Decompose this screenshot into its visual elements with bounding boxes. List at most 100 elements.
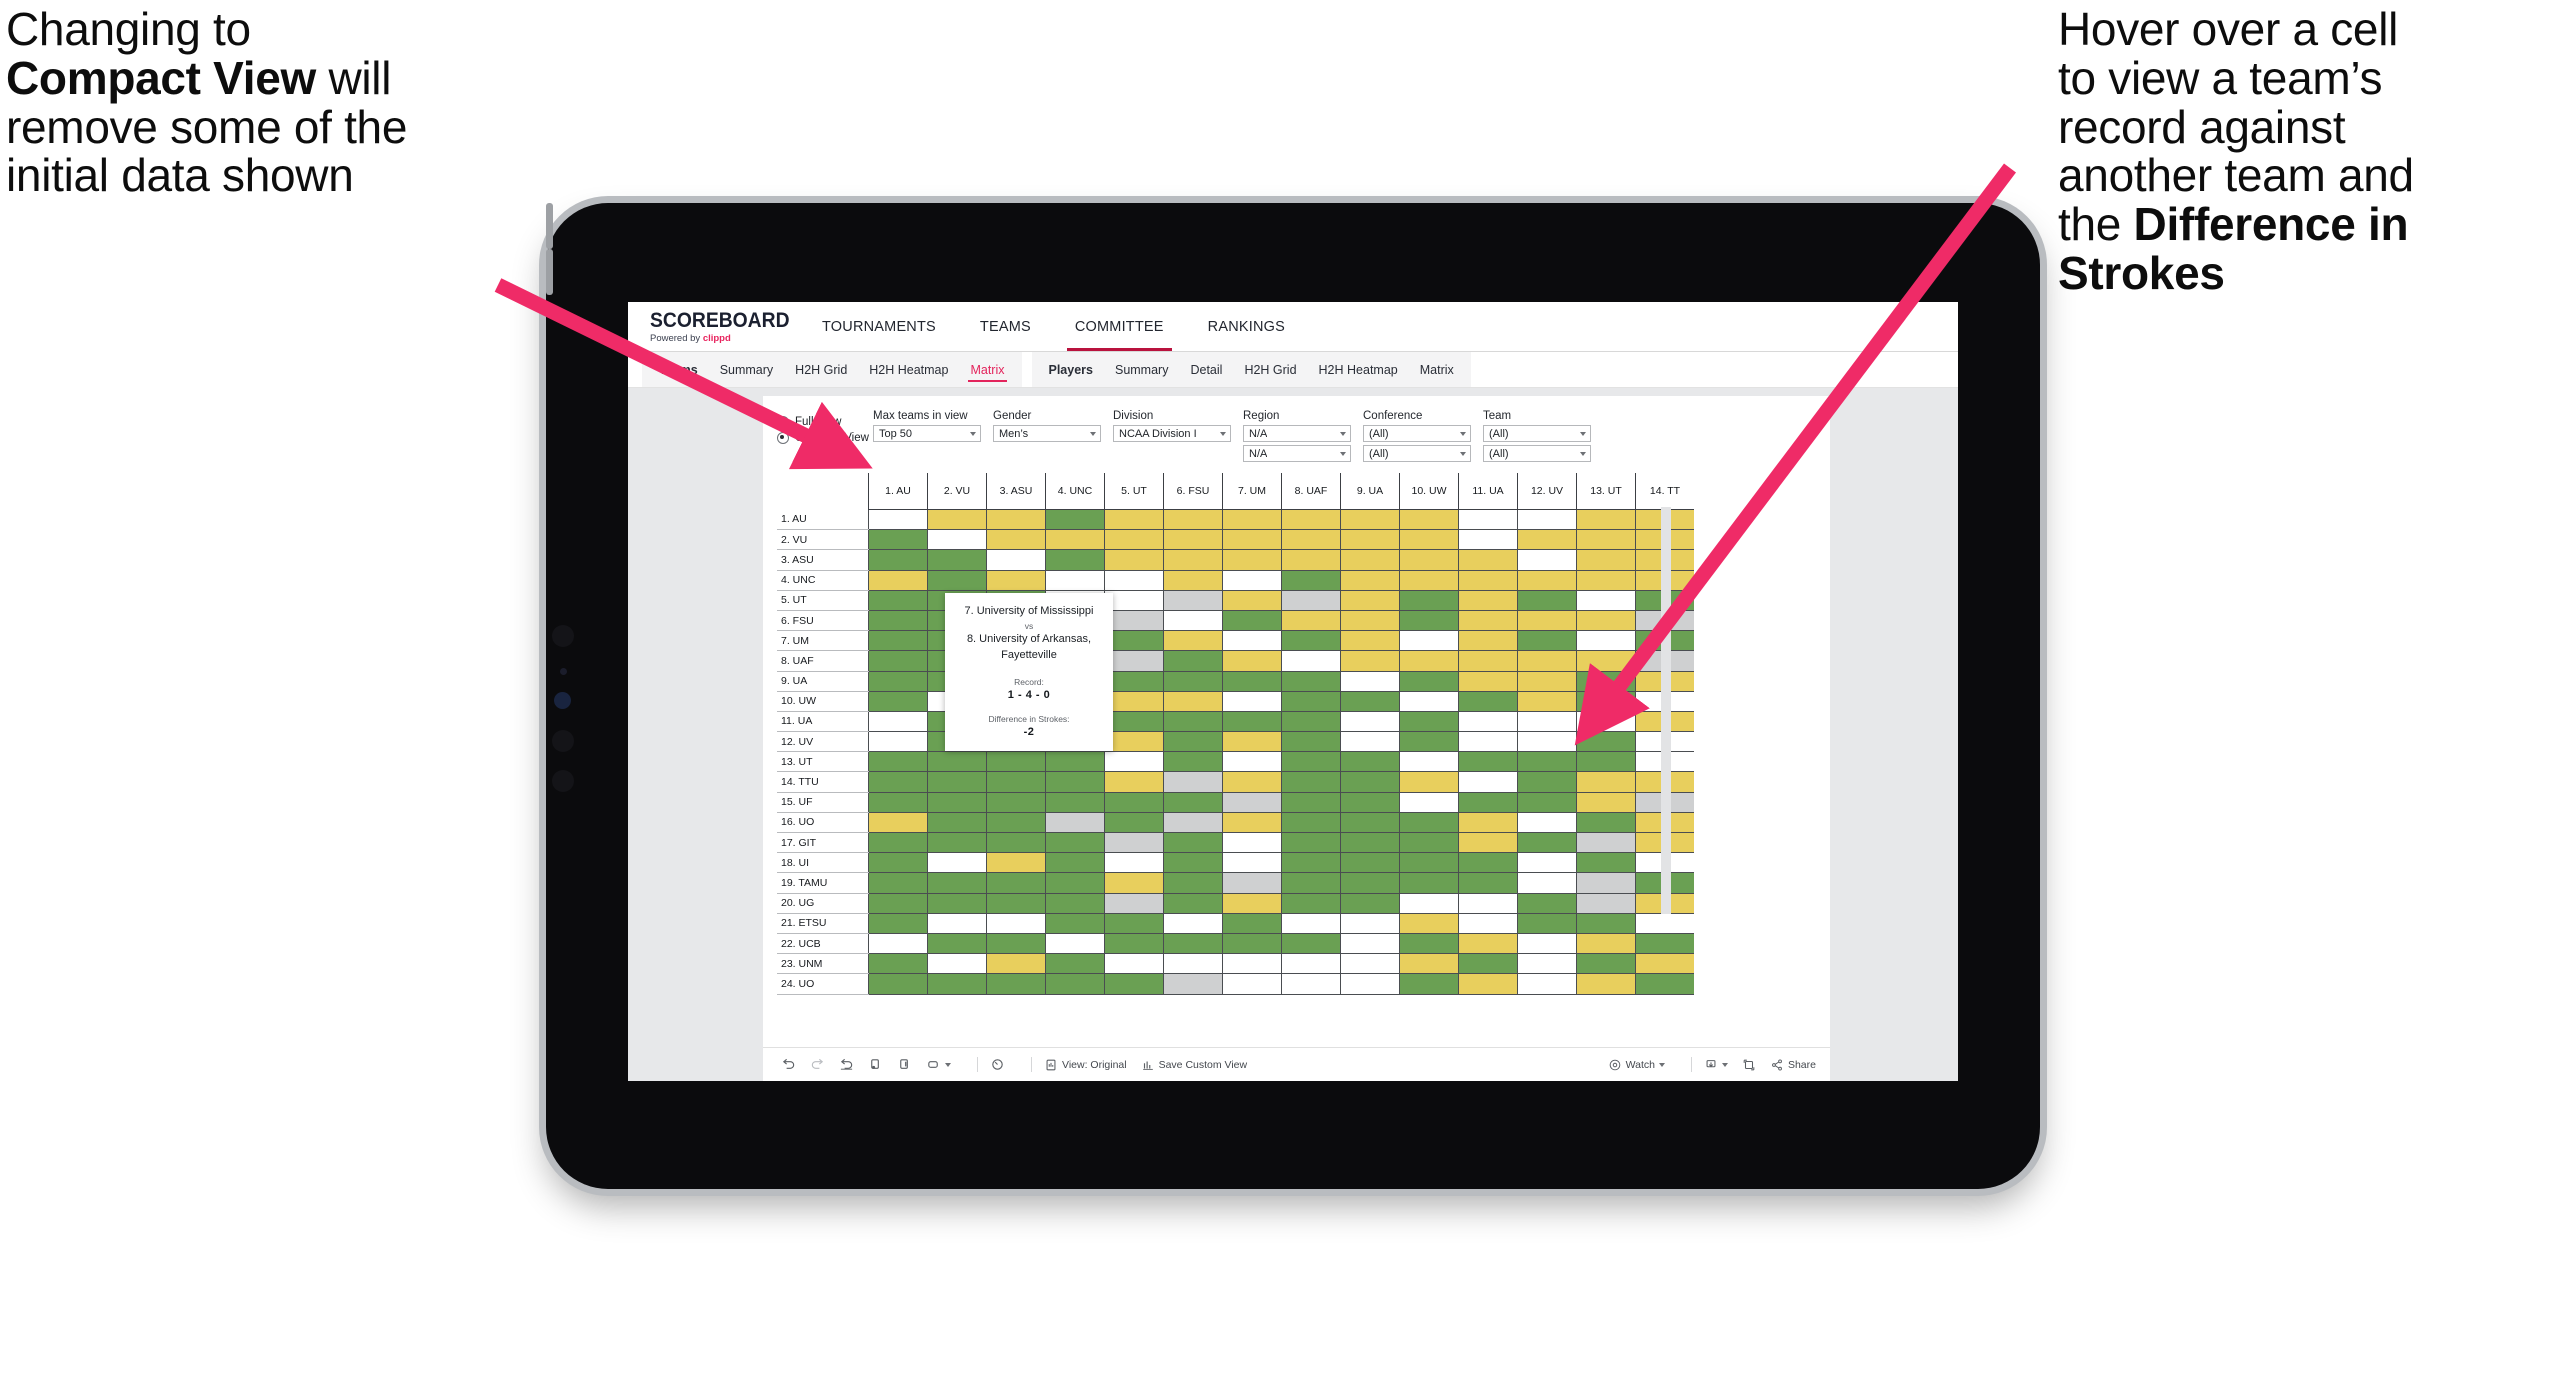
matrix-cell[interactable]	[1222, 973, 1282, 995]
matrix-cell[interactable]	[1340, 509, 1400, 531]
matrix-cell[interactable]	[1399, 630, 1459, 652]
filter-select-gender[interactable]: Men’s	[993, 425, 1101, 442]
filter-select-conference[interactable]: (All)	[1363, 425, 1471, 442]
matrix-cell[interactable]	[1576, 731, 1636, 753]
matrix-row-header[interactable]: 13. UT	[777, 751, 869, 773]
chevron-down-icon[interactable]	[1220, 431, 1226, 436]
matrix-cell[interactable]	[1163, 671, 1223, 692]
matrix-cell[interactable]	[986, 509, 1046, 531]
matrix-cell[interactable]	[927, 509, 987, 531]
matrix-column-header[interactable]: 1. AU	[868, 473, 928, 510]
undo-button[interactable]	[781, 1057, 796, 1072]
matrix-cell[interactable]	[1458, 549, 1518, 571]
matrix-cell[interactable]	[1340, 549, 1400, 571]
matrix-cell[interactable]	[1399, 671, 1459, 692]
matrix-cell[interactable]	[1458, 509, 1518, 531]
matrix-cell[interactable]	[1517, 933, 1577, 955]
matrix-cell[interactable]	[1399, 529, 1459, 551]
matrix-cell[interactable]	[1517, 953, 1577, 975]
matrix-cell[interactable]	[868, 872, 928, 894]
matrix-cell[interactable]	[1281, 529, 1341, 551]
matrix-cell[interactable]	[1399, 832, 1459, 854]
matrix-cell[interactable]	[1340, 610, 1400, 632]
matrix-cell[interactable]	[1517, 792, 1577, 813]
share-button[interactable]: Share	[1770, 1058, 1816, 1072]
matrix-cell[interactable]	[1281, 751, 1341, 773]
sub-nav-item-h2h-heatmap[interactable]: H2H Heatmap	[1308, 352, 1409, 387]
matrix-cell[interactable]	[927, 751, 987, 773]
sub-nav-item-h2h-grid[interactable]: H2H Grid	[1233, 352, 1307, 387]
matrix-cell[interactable]	[986, 529, 1046, 551]
matrix-cell[interactable]	[1458, 913, 1518, 934]
matrix-cell[interactable]	[868, 610, 928, 632]
matrix-cell[interactable]	[1458, 973, 1518, 995]
matrix-cell[interactable]	[1576, 812, 1636, 834]
matrix-cell[interactable]	[1163, 953, 1223, 975]
matrix-cell[interactable]	[1045, 529, 1105, 551]
matrix-cell[interactable]	[1340, 529, 1400, 551]
matrix-cell[interactable]	[1104, 933, 1164, 955]
matrix-cell[interactable]	[868, 812, 928, 834]
download-button[interactable]	[1704, 1058, 1728, 1072]
matrix-cell[interactable]	[1104, 751, 1164, 773]
matrix-cell[interactable]	[1458, 529, 1518, 551]
matrix-cell[interactable]	[1458, 731, 1518, 753]
matrix-cell[interactable]	[1340, 630, 1400, 652]
matrix-cell[interactable]	[1340, 590, 1400, 611]
matrix-cell[interactable]	[1163, 973, 1223, 995]
matrix-cell[interactable]	[1576, 711, 1636, 733]
matrix-cell[interactable]	[1340, 671, 1400, 692]
matrix-cell[interactable]	[1281, 711, 1341, 733]
matrix-cell[interactable]	[1576, 953, 1636, 975]
matrix-cell[interactable]	[1576, 610, 1636, 632]
matrix-cell[interactable]	[1163, 570, 1223, 591]
matrix-cell[interactable]	[1458, 852, 1518, 874]
matrix-cell[interactable]	[1399, 590, 1459, 611]
matrix-cell[interactable]	[1399, 549, 1459, 571]
matrix-cell[interactable]	[1576, 913, 1636, 934]
chevron-down-icon[interactable]	[970, 431, 976, 436]
matrix-cell[interactable]	[1399, 610, 1459, 632]
matrix-cell[interactable]	[1045, 933, 1105, 955]
matrix-cell[interactable]	[1458, 771, 1518, 793]
matrix-cell[interactable]	[1163, 549, 1223, 571]
matrix-cell[interactable]	[1517, 771, 1577, 793]
matrix-cell[interactable]	[1517, 509, 1577, 531]
matrix-cell[interactable]	[868, 731, 928, 753]
chevron-down-icon[interactable]	[1340, 431, 1346, 436]
matrix-cell[interactable]	[1104, 610, 1164, 632]
matrix-cell[interactable]	[1281, 872, 1341, 894]
matrix-cell[interactable]	[868, 570, 928, 591]
matrix-row-header[interactable]: 10. UW	[777, 691, 869, 712]
matrix-cell[interactable]	[1222, 792, 1282, 813]
filter-select-team[interactable]: (All)	[1483, 425, 1591, 442]
matrix-cell[interactable]	[1340, 731, 1400, 753]
matrix-cell[interactable]	[1517, 691, 1577, 712]
matrix-cell[interactable]	[1399, 953, 1459, 975]
matrix-cell[interactable]	[1045, 509, 1105, 531]
matrix-cell[interactable]	[927, 549, 987, 571]
matrix-cell[interactable]	[1340, 691, 1400, 712]
matrix-cell[interactable]	[868, 691, 928, 712]
matrix-cell[interactable]	[1104, 973, 1164, 995]
matrix-cell[interactable]	[1222, 731, 1282, 753]
matrix-cell[interactable]	[1517, 529, 1577, 551]
filter-select-max-teams-in-view[interactable]: Top 50	[873, 425, 981, 442]
matrix-cell[interactable]	[1045, 792, 1105, 813]
matrix-cell[interactable]	[1340, 771, 1400, 793]
matrix-cell[interactable]	[1045, 832, 1105, 854]
matrix-cell[interactable]	[986, 973, 1046, 995]
matrix-cell[interactable]	[1222, 630, 1282, 652]
matrix-cell[interactable]	[927, 953, 987, 975]
matrix-cell[interactable]	[1340, 812, 1400, 834]
matrix-cell[interactable]	[1340, 933, 1400, 955]
sub-nav-item-h2h-heatmap[interactable]: H2H Heatmap	[858, 352, 959, 387]
matrix-cell[interactable]	[1399, 812, 1459, 834]
matrix-cell[interactable]	[927, 893, 987, 914]
new-worksheet-icon[interactable]	[926, 1057, 951, 1072]
matrix-cell[interactable]	[1458, 671, 1518, 692]
matrix-column-header[interactable]: 2. VU	[927, 473, 987, 510]
matrix-cell[interactable]	[1458, 590, 1518, 611]
matrix-cell[interactable]	[1045, 893, 1105, 914]
top-nav-item-rankings[interactable]: RANKINGS	[1186, 302, 1307, 351]
